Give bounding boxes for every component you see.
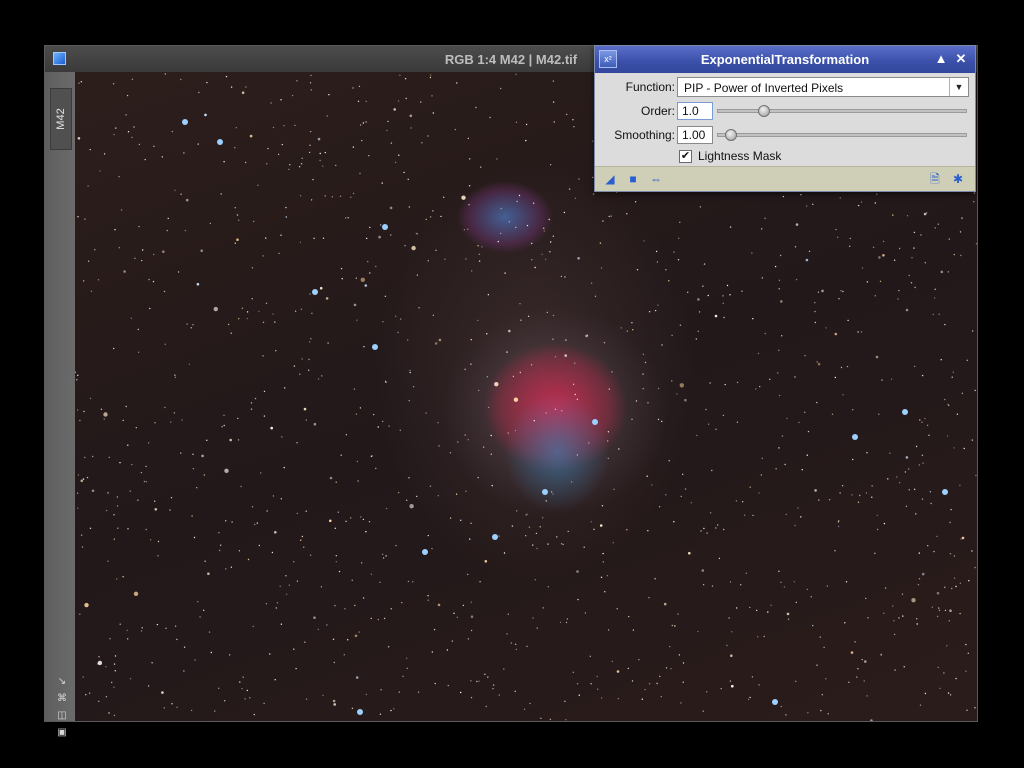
dialog-title: ExponentialTransformation [700,52,870,67]
function-label: Function: [625,80,675,94]
smoothing-slider[interactable] [717,129,967,141]
preview-icon[interactable]: ⇔ [649,172,663,186]
order-input[interactable]: 1.0 [677,102,713,120]
lightness-mask-checkbox[interactable]: ✔ [679,150,692,163]
apply-global-icon[interactable]: ■ [626,172,640,186]
lightness-mask-label: Lightness Mask [698,149,782,163]
function-select-value: PIP - Power of Inverted Pixels [684,81,844,95]
new-instance-icon[interactable]: ◢ [603,172,617,186]
view-identifier-label: M42 [55,108,67,130]
shade-icon[interactable]: ▲ [933,51,949,67]
smoothing-slider-handle[interactable] [725,129,738,141]
zoom-out-icon[interactable]: ◫ [56,710,68,722]
close-process-icon[interactable]: ✱ [951,172,965,186]
reset-icon[interactable]: 🗎 [928,172,942,186]
exponential-transformation-dialog[interactable]: x² ExponentialTransformation ▲ ✕ Functio… [594,45,976,192]
chevron-down-icon[interactable]: ▼ [949,78,968,96]
function-select[interactable]: PIP - Power of Inverted Pixels ▼ [677,77,969,97]
smoothing-input[interactable]: 1.00 [677,126,713,144]
view-identifier-tab[interactable]: M42 [50,88,72,150]
close-icon[interactable]: ✕ [953,51,969,67]
order-slider[interactable] [717,105,967,117]
smoothing-label: Smoothing: [614,128,675,142]
order-slider-handle[interactable] [758,105,771,117]
order-label: Order: [640,104,675,118]
dialog-footer: ◢ ■ ⇔ 🗎 ✱ [595,166,975,191]
zoom-to-fit-icon[interactable]: ⌘ [56,693,68,705]
zoom-box-icon[interactable]: ▣ [56,727,68,739]
fit-view-icon[interactable]: ↘ [56,676,68,688]
dialog-titlebar[interactable]: x² ExponentialTransformation ▲ ✕ [595,46,975,73]
view-side-strip: M42 ↘ ⌘ ◫ ▣ [45,72,75,738]
